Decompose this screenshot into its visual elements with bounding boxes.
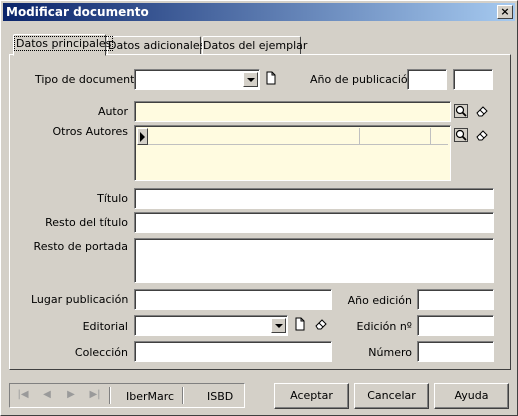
otros-autores-grid[interactable] — [134, 125, 451, 181]
lugar-publicacion-input[interactable] — [134, 289, 332, 310]
ibermarc-button[interactable]: IberMarc — [126, 390, 174, 403]
first-record-icon[interactable]: |◀ — [16, 388, 30, 402]
search-author-icon[interactable] — [454, 104, 468, 118]
tab-datos-adicionales[interactable]: Datos adicionales — [107, 36, 205, 55]
eraser-icon[interactable] — [475, 128, 489, 142]
editorial-dropdown-button[interactable] — [271, 318, 286, 333]
titulo-input[interactable] — [134, 188, 494, 209]
tab-datos-principales[interactable]: Datos principales — [13, 34, 114, 56]
resto-portada-textarea[interactable] — [134, 238, 494, 283]
new-document-icon[interactable] — [264, 71, 278, 85]
eraser-icon[interactable] — [475, 104, 489, 118]
lugar-publicacion-label: Lugar publicación — [31, 293, 129, 306]
next-record-icon[interactable]: ▶ — [64, 388, 78, 402]
edicion-no-label: Edición nº — [356, 320, 412, 333]
tipo-documento-dropdown-button[interactable] — [243, 72, 258, 87]
separator — [182, 387, 184, 404]
cancelar-button[interactable]: Cancelar — [354, 383, 429, 409]
window-title: Modificar documento — [6, 5, 149, 19]
numero-input[interactable] — [417, 341, 494, 362]
search-other-authors-icon[interactable] — [454, 128, 468, 142]
coleccion-label: Colección — [74, 346, 128, 359]
ayuda-button[interactable]: Ayuda — [434, 383, 509, 409]
title-bar[interactable]: Modificar documento × — [3, 3, 515, 21]
otros-autores-label: Otros Autores — [52, 125, 128, 138]
isbd-button[interactable]: ISBD — [207, 390, 233, 403]
resto-titulo-input[interactable] — [134, 212, 494, 233]
dialog-window: Modificar documento × Datos principales … — [0, 0, 518, 416]
tipo-documento-select[interactable] — [134, 69, 260, 90]
editorial-select[interactable] — [134, 315, 288, 336]
anio-edicion-input[interactable] — [417, 289, 494, 310]
editorial-label: Editorial — [82, 320, 128, 333]
anio-publicacion-input-2[interactable] — [453, 69, 493, 90]
tab-datos-ejemplar[interactable]: Datos del ejemplar — [202, 36, 307, 55]
aceptar-button[interactable]: Aceptar — [274, 383, 349, 409]
prev-record-icon[interactable]: ◀ — [40, 388, 54, 402]
edicion-no-input[interactable] — [417, 315, 494, 336]
anio-publicacion-input-1[interactable] — [407, 69, 447, 90]
separator — [109, 387, 111, 404]
otros-autores-row[interactable] — [137, 128, 448, 145]
resto-portada-label: Resto de portada — [33, 240, 128, 253]
new-document-icon[interactable] — [293, 317, 307, 331]
last-record-icon[interactable]: ▶| — [88, 388, 102, 402]
close-button[interactable]: × — [497, 5, 513, 19]
numero-label: Número — [368, 346, 412, 359]
autor-label: Autor — [97, 105, 128, 118]
record-navigator: |◀ ◀ ▶ ▶| IberMarc ISBD — [9, 383, 245, 408]
anio-edicion-label: Año edición — [347, 294, 412, 307]
close-icon: × — [500, 5, 510, 18]
autor-field[interactable] — [134, 101, 451, 122]
eraser-icon[interactable] — [314, 317, 328, 331]
coleccion-input[interactable] — [134, 341, 332, 362]
grid-cell[interactable] — [360, 128, 431, 145]
row-indicator-icon — [137, 128, 148, 145]
tipo-documento-label: Tipo de documento — [35, 73, 142, 86]
titulo-label: Título — [97, 192, 128, 205]
resto-titulo-label: Resto del título — [45, 216, 128, 229]
grid-cell[interactable] — [149, 128, 360, 145]
anio-publicacion-label: Año de publicación — [310, 73, 415, 86]
